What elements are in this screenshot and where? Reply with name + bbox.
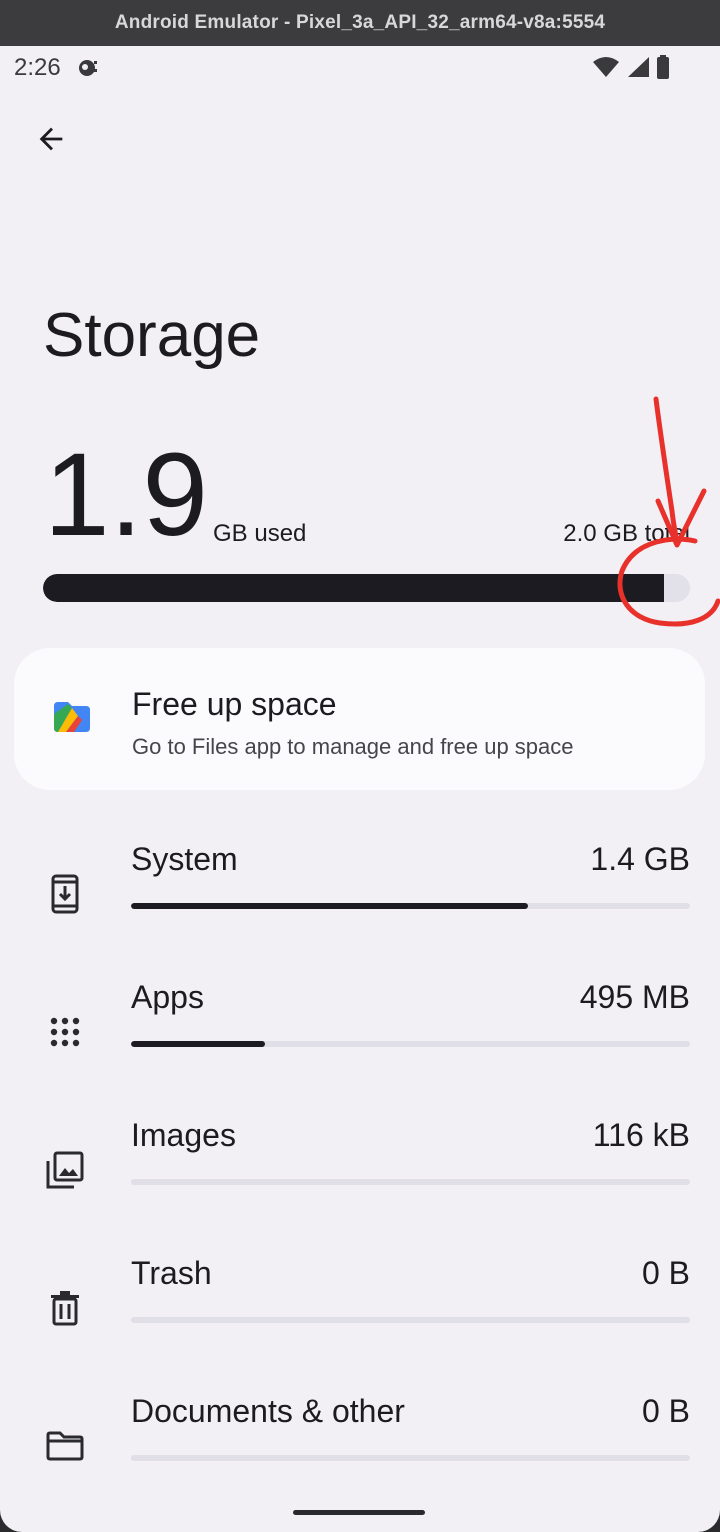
storage-row-bar (131, 1041, 690, 1047)
storage-row-bar (131, 903, 690, 909)
storage-row-value: 495 MB (579, 979, 690, 1015)
storage-row-label: Trash (131, 1255, 212, 1291)
page-title: Storage (43, 301, 261, 370)
storage-row-value: 0 B (641, 1393, 690, 1429)
storage-row-apps[interactable]: Apps 495 MB (0, 979, 720, 1109)
storage-total-label: 2.0 GB total (563, 520, 690, 547)
storage-row-value: 0 B (641, 1255, 690, 1291)
storage-row-value: 1.4 GB (590, 841, 690, 877)
storage-row-value: 116 kB (592, 1117, 690, 1153)
battery-icon (656, 55, 670, 84)
storage-row-bar (131, 1317, 690, 1323)
arrow-back-icon (34, 122, 68, 161)
trash-icon (44, 1287, 86, 1329)
storage-row-trash[interactable]: Trash 0 B (0, 1255, 720, 1385)
emulator-window-title: Android Emulator - Pixel_3a_API_32_arm64… (0, 0, 720, 46)
wifi-icon (592, 56, 620, 83)
files-app-icon (54, 702, 90, 737)
apps-grid-icon (44, 1011, 86, 1053)
free-up-space-title: Free up space (132, 686, 337, 722)
storage-usage-bar (43, 574, 690, 602)
free-up-space-card[interactable]: Free up space Go to Files app to manage … (14, 648, 705, 790)
storage-used-unit: GB used (213, 520, 307, 547)
gesture-nav-handle[interactable] (293, 1510, 425, 1515)
storage-row-fill (131, 1041, 266, 1047)
status-time: 2:26 (14, 54, 61, 81)
storage-usage-fill (43, 574, 665, 602)
images-icon (44, 1149, 86, 1191)
signal-icon (626, 56, 650, 83)
status-bar: 2:26 (0, 46, 720, 90)
storage-row-label: Documents & other (131, 1393, 405, 1429)
storage-row-label: Apps (131, 979, 204, 1015)
storage-row-system[interactable]: System 1.4 GB (0, 841, 720, 971)
storage-row-bar (131, 1179, 690, 1185)
back-button[interactable] (26, 116, 76, 166)
folder-icon (44, 1425, 86, 1467)
device-screen: 2:26 Storage 1.9 GB used 2.0 GB total Fr… (0, 46, 720, 1532)
storage-row-images[interactable]: Images 116 kB (0, 1117, 720, 1247)
system-update-icon (44, 873, 86, 915)
storage-row-fill (131, 903, 528, 909)
storage-row-label: Images (131, 1117, 236, 1153)
storage-row-label: System (131, 841, 238, 877)
storage-used-value: 1.9 (44, 429, 209, 561)
storage-row-bar (131, 1455, 690, 1461)
storage-row-documents[interactable]: Documents & other 0 B (0, 1393, 720, 1523)
notification-icon (76, 57, 100, 84)
free-up-space-subtitle: Go to Files app to manage and free up sp… (132, 734, 574, 759)
